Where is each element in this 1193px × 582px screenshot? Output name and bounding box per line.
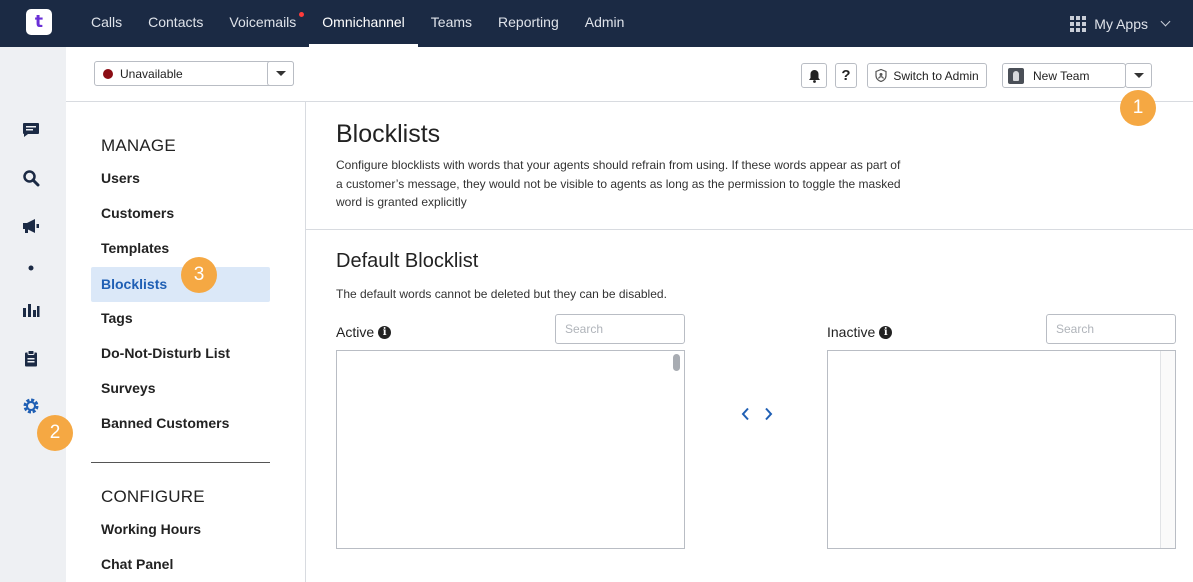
my-apps-menu[interactable]: My Apps bbox=[1070, 0, 1171, 47]
team-avatar-icon bbox=[1008, 67, 1024, 84]
left-rail bbox=[0, 47, 66, 582]
inactive-search-input[interactable] bbox=[1046, 314, 1176, 344]
caret-down-icon bbox=[1133, 73, 1144, 78]
manage-sidebar: MANAGE Users Customers Templates Blockli… bbox=[66, 102, 306, 582]
sidebar-item-surveys[interactable]: Surveys bbox=[91, 371, 270, 406]
switch-to-admin-button[interactable]: Switch to Admin bbox=[867, 63, 987, 88]
help-button[interactable]: ? bbox=[835, 63, 857, 88]
sidebar-item-templates[interactable]: Templates bbox=[91, 231, 270, 266]
sidebar-item-chat-panel[interactable]: Chat Panel bbox=[91, 547, 270, 582]
nav-item-admin[interactable]: Admin bbox=[572, 0, 638, 47]
switch-to-admin-label: Switch to Admin bbox=[893, 68, 979, 83]
caret-down-icon bbox=[275, 71, 286, 76]
clipboard-icon[interactable] bbox=[22, 349, 40, 367]
chevron-down-icon bbox=[1160, 16, 1171, 27]
megaphone-icon[interactable] bbox=[22, 217, 40, 235]
chat-icon[interactable] bbox=[22, 121, 40, 139]
main-divider bbox=[306, 229, 1193, 230]
info-icon[interactable]: i bbox=[378, 325, 392, 339]
sidebar-item-working-hours[interactable]: Working Hours bbox=[91, 512, 270, 547]
status-dot bbox=[103, 68, 113, 79]
chevron-right-icon bbox=[764, 407, 772, 421]
notification-dot bbox=[299, 12, 305, 17]
team-dropdown-button[interactable] bbox=[1125, 63, 1152, 88]
status-select[interactable]: Unavailable bbox=[94, 61, 294, 86]
active-label-text: Active bbox=[336, 324, 375, 340]
scroll-thumb[interactable] bbox=[673, 354, 680, 371]
sidebar-item-do-not-disturb-list[interactable]: Do-Not-Disturb List bbox=[91, 336, 270, 371]
dot-icon bbox=[22, 259, 40, 277]
move-left-button[interactable] bbox=[738, 404, 752, 424]
team-label: New Team bbox=[1033, 68, 1090, 83]
nav-item-teams[interactable]: Teams bbox=[418, 0, 485, 47]
page-title: Blocklists bbox=[336, 120, 441, 148]
inactive-words-list[interactable] bbox=[827, 350, 1176, 549]
bar-chart-icon[interactable] bbox=[22, 301, 40, 319]
search-icon[interactable] bbox=[22, 169, 40, 187]
nav-items: Calls Contacts Voicemails Omnichannel Te… bbox=[78, 0, 637, 47]
status-dropdown-button[interactable] bbox=[267, 61, 294, 86]
inactive-list-scrollbar[interactable] bbox=[1160, 351, 1175, 548]
inactive-list-label: Inactive i bbox=[827, 324, 893, 340]
configure-section-title: CONFIGURE bbox=[101, 487, 205, 506]
default-blocklist-description: The default words cannot be deleted but … bbox=[336, 287, 667, 301]
chevron-left-icon bbox=[741, 407, 749, 421]
apps-grid-icon bbox=[1070, 15, 1087, 32]
main-content: Blocklists Configure blocklists with wor… bbox=[306, 102, 1193, 582]
step-badge-1: 1 bbox=[1120, 90, 1156, 126]
sidebar-item-customers[interactable]: Customers bbox=[91, 196, 270, 231]
step-badge-2: 2 bbox=[37, 415, 73, 451]
manage-section-title: MANAGE bbox=[101, 136, 176, 155]
step-badge-3: 3 bbox=[181, 257, 217, 293]
help-label: ? bbox=[841, 67, 851, 84]
sidebar-divider bbox=[91, 462, 270, 463]
team-select[interactable]: New Team bbox=[1002, 63, 1126, 88]
gear-icon[interactable] bbox=[22, 397, 40, 415]
default-blocklist-title: Default Blocklist bbox=[336, 250, 479, 272]
active-list-label: Active i bbox=[336, 324, 392, 340]
logo-mark: t bbox=[34, 11, 44, 32]
nav-item-voicemails[interactable]: Voicemails bbox=[216, 0, 309, 47]
toolbar: Unavailable ? Switch to Admin New Team bbox=[66, 47, 1193, 102]
app-logo[interactable]: t bbox=[26, 9, 52, 35]
top-nav: t Calls Contacts Voicemails Omnichannel … bbox=[0, 0, 1193, 47]
nav-item-calls[interactable]: Calls bbox=[78, 0, 135, 47]
nav-item-voicemails-label: Voicemails bbox=[229, 14, 297, 30]
nav-item-omnichannel[interactable]: Omnichannel bbox=[309, 0, 418, 47]
sidebar-item-tags[interactable]: Tags bbox=[91, 301, 270, 336]
active-words-list[interactable] bbox=[336, 350, 685, 549]
active-list-scrollbar[interactable] bbox=[669, 351, 684, 548]
status-label: Unavailable bbox=[120, 66, 183, 81]
sidebar-item-users[interactable]: Users bbox=[91, 161, 270, 196]
notifications-button[interactable] bbox=[801, 63, 827, 88]
my-apps-label: My Apps bbox=[1094, 15, 1148, 32]
admin-shield-icon bbox=[875, 69, 887, 82]
bell-icon bbox=[808, 69, 820, 83]
inactive-label-text: Inactive bbox=[827, 324, 876, 340]
nav-item-reporting[interactable]: Reporting bbox=[485, 0, 572, 47]
move-right-button[interactable] bbox=[761, 404, 775, 424]
active-search-input[interactable] bbox=[555, 314, 685, 344]
sidebar-item-banned-customers[interactable]: Banned Customers bbox=[91, 406, 270, 441]
nav-item-contacts[interactable]: Contacts bbox=[135, 0, 216, 47]
info-icon[interactable]: i bbox=[879, 325, 893, 339]
page-description: Configure blocklists with words that you… bbox=[336, 158, 901, 209]
